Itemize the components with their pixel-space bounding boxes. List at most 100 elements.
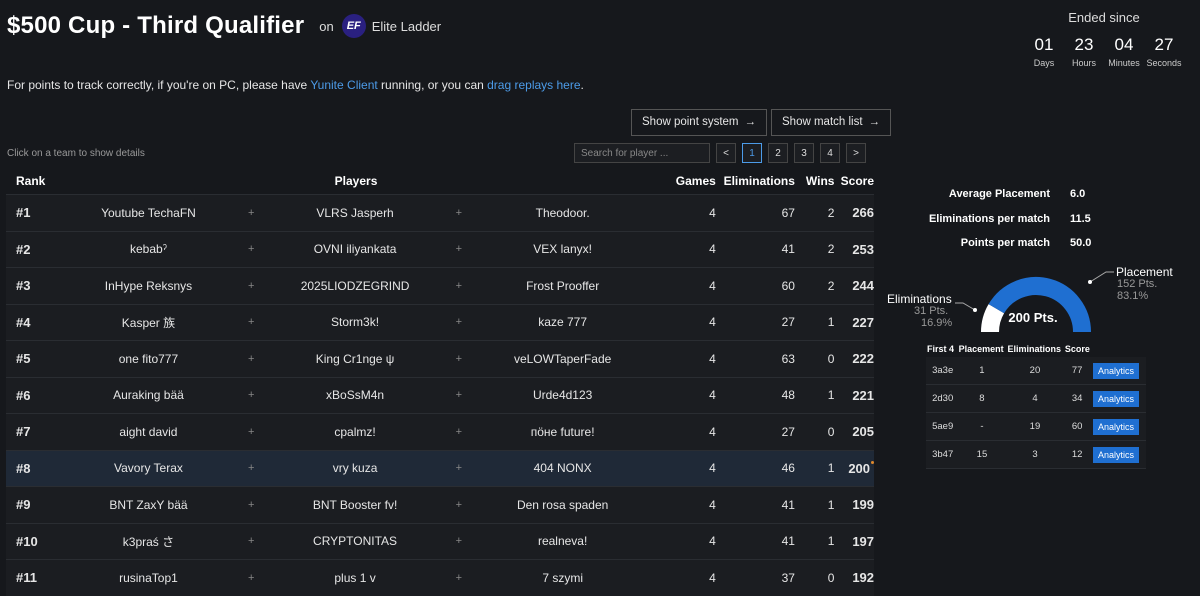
timer-seconds: 27 Seconds	[1146, 35, 1182, 68]
rank-cell: #9	[16, 497, 31, 513]
player-1-cell: Kasper 族	[121, 315, 176, 330]
analytics-button[interactable]: Analytics	[1092, 446, 1139, 463]
games-cell: 4	[709, 351, 716, 366]
games-cell: 4	[709, 315, 716, 330]
player-3-cell: Den rosa spaden	[516, 497, 609, 512]
rank-cell: #8	[16, 460, 31, 476]
player-2-cell: Storm3k!	[331, 315, 380, 330]
score-cell: 200	[834, 460, 875, 476]
match-score-cell: 34	[1071, 393, 1083, 404]
page-4-button[interactable]: 4	[820, 143, 840, 163]
drag-replays-link[interactable]: drag replays here	[487, 78, 580, 92]
gauge-placement-pct: 83.1%	[1117, 290, 1149, 302]
plus-separator: +	[248, 206, 255, 219]
match-eliminations-cell: 3	[1032, 449, 1038, 460]
table-row[interactable]: #10 k3praś さ + CRYPTONITAS + realneva! 4 41 1 197	[6, 522, 874, 559]
table-row[interactable]: #1 Youtube TechaFN + VLRS Jasperh + Theodoor.…	[6, 194, 874, 231]
table-header: Rank Players Games Eliminations Wins Sco…	[6, 168, 874, 194]
player-1-cell: one fito777	[118, 351, 179, 366]
timer-title: Ended since	[1068, 10, 1140, 25]
plus-separator: +	[248, 425, 255, 438]
player-1-cell: Vavory Terax	[113, 461, 183, 476]
player-search-input[interactable]	[574, 143, 710, 163]
plus-separator: +	[455, 352, 463, 365]
ladder-name-link[interactable]: Elite Ladder	[372, 19, 441, 34]
wins-header: Wins	[805, 174, 835, 188]
score-cell: 199	[852, 497, 875, 513]
plus-separator: +	[455, 535, 463, 548]
match-row: 2d30 8 4 34 Analytics	[926, 385, 1146, 413]
gauge-total: 200 Pts.	[1008, 310, 1058, 325]
yunite-client-link[interactable]: Yunite Client	[310, 78, 377, 92]
gauge-eliminations-segment	[981, 304, 1005, 333]
rank-cell: #3	[16, 278, 31, 294]
team-stats: Average Placement 6.0 Eliminations per m…	[900, 182, 1150, 256]
gauge-placement-segment	[988, 277, 1091, 333]
player-3-cell: Frost Prooffer	[526, 278, 600, 293]
wins-cell: 1	[827, 315, 835, 330]
eliminations-cell: 37	[781, 570, 795, 585]
games-cell: 4	[709, 424, 716, 439]
plus-separator: +	[455, 206, 463, 219]
page-1-button[interactable]: 1	[742, 143, 762, 163]
plus-separator: +	[455, 425, 463, 438]
analytics-button[interactable]: Analytics	[1092, 390, 1139, 407]
table-row[interactable]: #4 Kasper 族 + Storm3k! + kaze 777 4 27 1 227	[6, 303, 875, 340]
rank-cell: #5	[16, 351, 31, 367]
games-cell: 4	[709, 205, 716, 220]
table-row[interactable]: #9 BNT ZaxY bää + BNT Booster fv! + Den rosa …	[6, 486, 874, 523]
show-match-list-button[interactable]: Show match list →	[771, 109, 892, 136]
click-team-hint: Click on a team to show details	[7, 148, 145, 159]
player-1-cell: kebabˀ	[130, 242, 167, 257]
player-3-cell: Theodoor.	[535, 205, 590, 220]
table-row[interactable]: #6 Auraking bää + xBoSsM4n + Urde4d123 4 48 1 221	[6, 376, 874, 413]
wins-cell: 1	[827, 461, 835, 476]
timer-hours: 23 Hours	[1071, 35, 1096, 68]
ladder-logo[interactable]: EF	[341, 14, 366, 38]
next-page-button[interactable]: >	[846, 143, 866, 163]
player-1-cell: rusinaTop1	[119, 570, 178, 585]
player-2-cell: BNT Booster fv!	[312, 497, 398, 512]
table-row[interactable]: #11 rusinaTop1 + plus 1 v +7 szymi 4 37 0 192	[6, 559, 874, 596]
page-3-button[interactable]: 3	[794, 143, 814, 163]
pagination: < 1 2 3 4 >	[716, 143, 866, 163]
table-row[interactable]: #2 kebabˀ + OVNI iliyankata + VEX lanyx! 4 41 2 2…	[6, 230, 875, 267]
table-row[interactable]: #5 one fito777 + King Cr1nge ψ + veLOWTaperFa…	[6, 340, 874, 377]
leaderboard-table: Rank Players Games Eliminations Wins Sco…	[6, 168, 875, 596]
arrow-right-icon: →	[744, 116, 757, 128]
gauge-eliminations-label: Eliminations	[887, 292, 952, 306]
wins-cell: 1	[827, 534, 835, 549]
plus-separator: +	[455, 389, 463, 402]
plus-separator: +	[455, 571, 463, 584]
player-2-cell: VLRS Jasperh	[316, 205, 394, 220]
player-1-cell: aight david	[119, 424, 178, 439]
wins-cell: 2	[827, 205, 835, 220]
player-2-cell: 2025LIODZEGRIND	[300, 278, 410, 293]
wins-cell: 1	[827, 497, 835, 512]
eliminations-cell: 67	[781, 205, 795, 220]
table-row[interactable]: #7 aight david + cpalmz! + пӧне future! 4 27 0 20…	[6, 413, 874, 450]
wins-cell: 2	[827, 278, 835, 293]
analytics-button[interactable]: Analytics	[1092, 418, 1139, 435]
rank-header: Rank	[16, 174, 46, 188]
score-cell: 253	[852, 241, 875, 257]
eliminations-cell: 27	[781, 424, 795, 439]
page-2-button[interactable]: 2	[768, 143, 788, 163]
plus-separator: +	[248, 535, 255, 548]
score-cell: 227	[852, 314, 875, 330]
score-cell: 222	[852, 351, 875, 367]
timer-days: 01 Days	[1033, 35, 1055, 68]
match-placement-cell: 8	[979, 393, 985, 404]
show-point-system-button[interactable]: Show point system →	[631, 109, 768, 136]
eliminations-cell: 41	[781, 242, 795, 257]
table-row[interactable]: #8 Vavory Terax + vry kuza +404 NONX 4 46 1 200	[6, 449, 875, 486]
prev-page-button[interactable]: <	[716, 143, 736, 163]
match-id-cell: 2d30	[932, 393, 954, 404]
player-1-cell: BNT ZaxY bää	[109, 497, 188, 512]
gauge-placement-label: Placement	[1116, 265, 1173, 279]
games-cell: 4	[709, 570, 716, 585]
eliminations-cell: 41	[781, 534, 795, 549]
table-row[interactable]: #3 InHype Reksnys +2025LIODZEGRIND + Frost P…	[6, 267, 874, 304]
analytics-button[interactable]: Analytics	[1092, 362, 1139, 379]
ended-since-timer: Ended since 01 Days 23 Hours 04 Minutes …	[1024, 10, 1184, 68]
